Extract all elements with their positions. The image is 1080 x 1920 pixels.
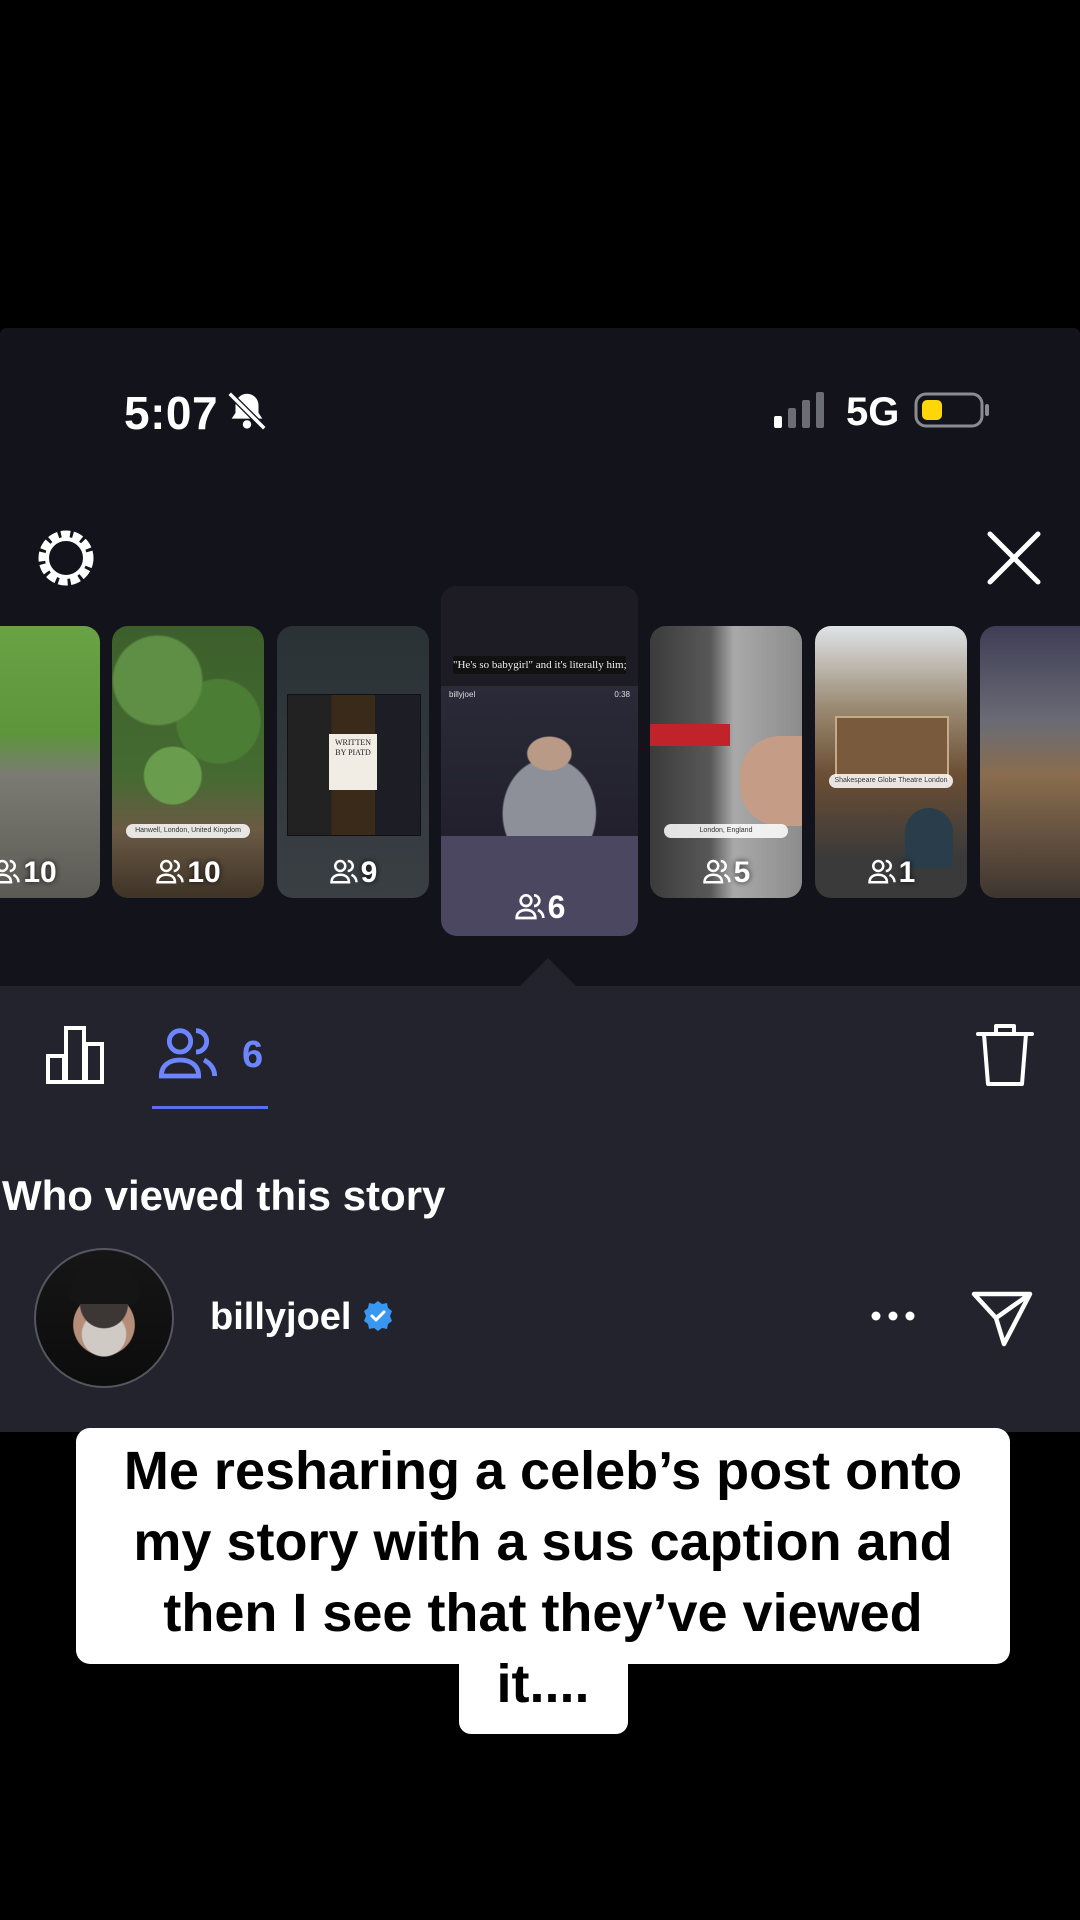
story-thumbnail[interactable]: Hanwell, London, United Kingdom 10 [112, 626, 264, 898]
story-thumbnail-selected[interactable]: "He's so babygirl" and it's literally hi… [441, 586, 638, 936]
viewers-icon [867, 859, 896, 884]
story-thumbnail[interactable]: Shakespeare Globe Theatre London 1 [815, 626, 967, 898]
meme-caption: Me resharing a celeb’s post onto my stor… [76, 1436, 1010, 1720]
caption-line: Me resharing a celeb’s post onto [123, 1441, 963, 1501]
location-sticker: Hanwell, London, United Kingdom [126, 824, 250, 838]
location-sticker: London, England [664, 824, 788, 838]
story-caption: "He's so babygirl" and it's literally hi… [453, 656, 627, 674]
caption-line: my story with a sus caption and [133, 1512, 953, 1572]
viewers-icon [158, 1028, 218, 1079]
story-view-count: 1 [815, 856, 967, 890]
section-title: Who viewed this story [2, 1172, 446, 1219]
status-time: 5:07 [124, 387, 219, 439]
location-sticker: Shakespeare Globe Theatre London [829, 774, 953, 788]
story-view-count: 6 [441, 889, 638, 926]
viewers-panel: 6 Who viewed this story billyjoel [0, 986, 1080, 1432]
close-icon[interactable] [982, 526, 1046, 590]
network-label: 5G [846, 390, 900, 434]
settings-icon[interactable] [34, 526, 98, 590]
collage-title: WRITTEN BY PIATD [329, 734, 377, 790]
story-view-count: 9 [277, 856, 429, 890]
caption-line: it.... [496, 1654, 590, 1714]
reshared-video [441, 686, 638, 836]
story-view-count: 10 [112, 856, 264, 890]
signal-icon [774, 392, 824, 428]
viewers-icon [0, 859, 21, 884]
bell-muted-icon [227, 391, 267, 431]
story-thumbnail[interactable]: London, England 5 [650, 626, 802, 898]
more-options-icon[interactable] [870, 1308, 916, 1324]
photo-detail [835, 716, 949, 780]
viewer-list-item[interactable]: billyjoel [0, 1248, 1080, 1398]
verified-badge-icon [364, 1301, 392, 1331]
viewers-icon [702, 859, 731, 884]
video-duration: 0:38 [614, 690, 630, 699]
viewers-count: 6 [242, 1034, 264, 1076]
story-view-count: 10 [0, 856, 100, 890]
photo-detail [740, 736, 802, 826]
battery-icon [914, 392, 989, 428]
viewers-icon [329, 859, 358, 884]
caption-line: then I see that they’ve viewed [163, 1583, 923, 1643]
video-username: billyjoel [449, 690, 476, 699]
active-tab-indicator [152, 1106, 268, 1109]
send-message-icon[interactable] [970, 1288, 1034, 1348]
story-thumbnail[interactable] [980, 626, 1080, 898]
avatar-detail [70, 1260, 140, 1304]
photo-detail [650, 724, 730, 746]
insights-tab-icon[interactable] [44, 1022, 108, 1086]
selection-pointer [520, 958, 576, 986]
story-thumbnail[interactable]: 10 [0, 626, 100, 898]
viewer-username[interactable]: billyjoel [210, 1296, 351, 1339]
story-viewer-screen: 5:07 5G 10 Hanwell, London, United Kingd… [0, 328, 1080, 1432]
trash-icon[interactable] [974, 1022, 1036, 1088]
viewers-icon [156, 859, 185, 884]
story-thumbnail[interactable]: WRITTEN BY PIATD 9 [277, 626, 429, 898]
avatar[interactable] [34, 1248, 174, 1388]
viewers-tab[interactable]: 6 [152, 1012, 268, 1108]
viewers-icon [514, 894, 545, 920]
story-view-count: 5 [650, 856, 802, 890]
